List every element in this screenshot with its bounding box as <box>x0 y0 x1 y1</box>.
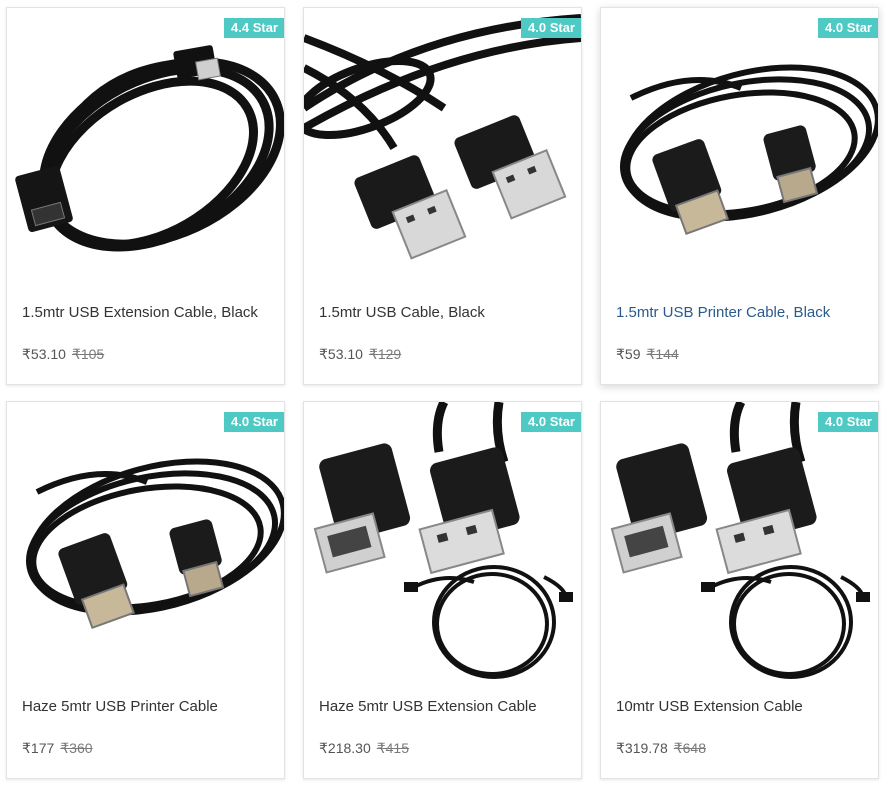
product-image[interactable] <box>601 402 878 680</box>
product-image[interactable] <box>304 402 581 680</box>
sale-price: ₹53.10 <box>319 346 363 362</box>
price-row: ₹53.10 ₹105 <box>22 346 104 363</box>
product-image[interactable] <box>7 402 284 680</box>
price-row: ₹53.10 ₹129 <box>319 346 401 363</box>
rating-badge: 4.0 Star <box>818 18 878 38</box>
product-card[interactable]: 4.0 Star 1.5mtr USB Printer Cable, Black… <box>600 7 879 385</box>
sale-price: ₹319.78 <box>616 740 668 756</box>
rating-badge: 4.0 Star <box>521 412 581 432</box>
original-price: ₹360 <box>60 740 93 756</box>
rating-badge: 4.0 Star <box>521 18 581 38</box>
product-image[interactable] <box>7 8 284 286</box>
product-image[interactable] <box>601 8 878 286</box>
usb-a-cable-icon <box>304 8 581 286</box>
original-price: ₹105 <box>71 346 105 362</box>
product-image[interactable] <box>304 8 581 286</box>
price-row: ₹177 ₹360 <box>22 740 93 757</box>
product-title[interactable]: 1.5mtr USB Cable, Black <box>319 304 485 321</box>
product-card[interactable]: 4.0 Star 10mtr USB Extension Cable ₹319.… <box>600 401 879 779</box>
product-card[interactable]: 4.0 Star Haze 5mtr USB Printer Cable ₹17… <box>6 401 285 779</box>
product-grid: 4.4 Star 1.5mtr USB Extension Cable, Bla… <box>6 7 879 779</box>
usb-printer-cable-icon <box>7 402 284 680</box>
sale-price: ₹59 <box>616 346 641 362</box>
sale-price: ₹177 <box>22 740 55 756</box>
usb-extension-cable-icon <box>304 402 581 680</box>
price-row: ₹218.30 ₹415 <box>319 740 409 757</box>
price-row: ₹59 ₹144 <box>616 346 679 363</box>
original-price: ₹648 <box>673 740 706 756</box>
rating-badge: 4.0 Star <box>224 412 284 432</box>
product-card[interactable]: 4.0 Star Haze 5mtr USB Extension Cable ₹… <box>303 401 582 779</box>
product-title[interactable]: Haze 5mtr USB Extension Cable <box>319 698 537 715</box>
original-price: ₹144 <box>646 346 679 362</box>
price-row: ₹319.78 ₹648 <box>616 740 706 757</box>
rating-badge: 4.0 Star <box>818 412 878 432</box>
usb-extension-cable-icon <box>601 402 878 680</box>
product-card[interactable]: 4.4 Star 1.5mtr USB Extension Cable, Bla… <box>6 7 285 385</box>
product-title[interactable]: 1.5mtr USB Extension Cable, Black <box>22 304 258 321</box>
usb-printer-cable-icon <box>601 8 878 286</box>
usb-extension-cable-coil-icon <box>7 8 284 286</box>
original-price: ₹129 <box>368 346 402 362</box>
sale-price: ₹53.10 <box>22 346 66 362</box>
product-title[interactable]: 10mtr USB Extension Cable <box>616 698 803 715</box>
rating-badge: 4.4 Star <box>224 18 284 38</box>
product-title[interactable]: 1.5mtr USB Printer Cable, Black <box>616 304 830 321</box>
product-title[interactable]: Haze 5mtr USB Printer Cable <box>22 698 218 715</box>
sale-price: ₹218.30 <box>319 740 371 756</box>
product-card[interactable]: 4.0 Star 1.5mtr USB Cable, Black ₹53.10 ₹… <box>303 7 582 385</box>
original-price: ₹415 <box>376 740 409 756</box>
